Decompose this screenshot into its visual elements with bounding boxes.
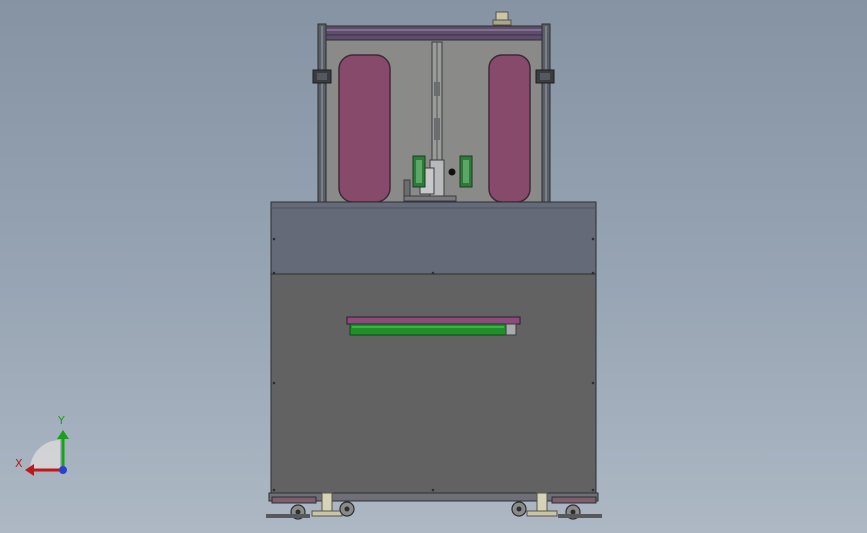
y-axis-label: Y xyxy=(58,414,65,427)
base-plate xyxy=(268,492,599,502)
left-hinge[interactable] xyxy=(312,69,332,84)
coordinate-triad xyxy=(25,430,69,476)
cabinet-front-panel[interactable] xyxy=(270,273,597,494)
machine-model[interactable] xyxy=(0,0,867,533)
cabinet-top-panel[interactable] xyxy=(270,201,597,275)
cad-viewport[interactable]: Y X xyxy=(0,0,867,533)
left-green-bracket[interactable] xyxy=(412,155,426,188)
left-door-window xyxy=(338,54,391,203)
right-green-bracket[interactable] xyxy=(459,155,473,188)
right-hinge[interactable] xyxy=(535,69,555,84)
center-sensor-dot xyxy=(448,168,456,176)
right-door-window xyxy=(488,54,531,203)
x-axis-label: X xyxy=(15,457,23,470)
drawer-handle-rail[interactable] xyxy=(346,316,521,336)
z-axis-dot xyxy=(59,466,67,474)
top-knob[interactable] xyxy=(492,11,512,26)
